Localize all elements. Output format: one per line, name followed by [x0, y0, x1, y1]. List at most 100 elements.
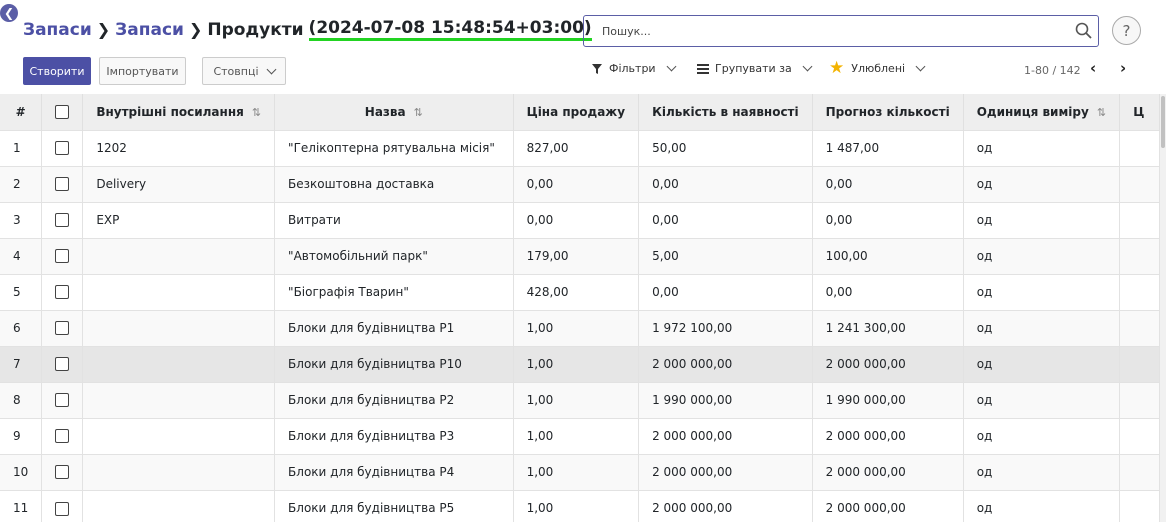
row-checkbox[interactable] [55, 501, 70, 516]
page-timestamp: (2024-07-08 15:48:54+03:00) [308, 18, 592, 41]
row-checkbox[interactable] [55, 177, 70, 192]
unit-of-measure: од [963, 165, 1121, 202]
internal-reference [82, 345, 276, 382]
row-select-cell [41, 165, 84, 202]
quantity-on-hand: 1 972 100,00 [638, 309, 813, 346]
quantity-on-hand: 50,00 [638, 129, 813, 166]
table-row[interactable]: 4 "Автомобільний парк" 179,00 5,00 100,00 од [0, 237, 1160, 274]
table-row[interactable]: 7 Блоки для будівництва P10 1,00 2 000 000,… [0, 345, 1160, 382]
internal-reference [82, 381, 276, 418]
truncated-cell [1119, 201, 1160, 238]
pager-value[interactable]: 1-80 / 142 [1024, 64, 1081, 77]
forecast-quantity: 0,00 [812, 201, 964, 238]
row-number: 7 [0, 345, 43, 382]
row-checkbox[interactable] [55, 321, 70, 336]
row-select-cell [41, 237, 84, 274]
quantity-on-hand: 2 000 000,00 [638, 417, 813, 454]
row-checkbox[interactable] [55, 429, 70, 444]
column-header-truncated[interactable]: Ц [1119, 94, 1160, 130]
column-header-name[interactable]: Назва ⇅ [274, 94, 514, 130]
quantity-on-hand: 2 000 000,00 [638, 489, 813, 522]
unit-of-measure: од [963, 237, 1121, 274]
row-checkbox[interactable] [55, 213, 70, 228]
table-row[interactable]: 2 Delivery Безкоштовна доставка 0,00 0,00 0,0… [0, 165, 1160, 202]
truncated-cell [1119, 237, 1160, 274]
breadcrumb-link-inventory[interactable]: Запаси [23, 20, 92, 40]
row-select-cell [41, 417, 84, 454]
sale-price: 1,00 [513, 489, 640, 522]
truncated-cell [1119, 165, 1160, 202]
forecast-quantity: 2 000 000,00 [812, 489, 964, 522]
group-by-dropdown[interactable]: Групувати за [697, 61, 813, 75]
quantity-on-hand: 2 000 000,00 [638, 345, 813, 382]
column-header-number: # [0, 94, 43, 130]
forecast-quantity: 2 000 000,00 [812, 345, 964, 382]
chevron-down-icon [802, 61, 813, 72]
forecast-quantity: 2 000 000,00 [812, 453, 964, 490]
row-checkbox[interactable] [55, 393, 70, 408]
row-checkbox[interactable] [55, 285, 70, 300]
pager-next-icon[interactable]: › [1120, 61, 1126, 76]
back-arrow-icon[interactable]: ❮ [0, 4, 18, 22]
sale-price: 1,00 [513, 309, 640, 346]
chevron-down-icon [266, 64, 276, 74]
table-row[interactable]: 8 Блоки для будівництва P2 1,00 1 990 000,0… [0, 381, 1160, 418]
filters-dropdown[interactable]: Фільтри [592, 61, 677, 75]
vertical-scrollbar[interactable] [1160, 94, 1166, 522]
table-row[interactable]: 6 Блоки для будівництва P1 1,00 1 972 100,0… [0, 309, 1160, 346]
breadcrumb-link-inventory-2[interactable]: Запаси [115, 20, 184, 40]
product-name: Блоки для будівництва P3 [274, 417, 514, 454]
product-name: "Біографія Тварин" [274, 273, 514, 310]
table-row[interactable]: 11 Блоки для будівництва P5 1,00 2 000 000,… [0, 489, 1160, 522]
unit-of-measure: од [963, 417, 1121, 454]
unit-of-measure: од [963, 201, 1121, 238]
sale-price: 428,00 [513, 273, 640, 310]
column-header-label: Внутрішні посилання [96, 104, 244, 119]
search-icon[interactable] [1074, 21, 1094, 41]
unit-of-measure: од [963, 345, 1121, 382]
row-checkbox[interactable] [55, 249, 70, 264]
sale-price: 0,00 [513, 165, 640, 202]
row-checkbox[interactable] [55, 465, 70, 480]
internal-reference: EXP [82, 201, 276, 238]
quantity-on-hand: 5,00 [638, 237, 813, 274]
favorites-label: Улюблені [851, 62, 906, 75]
row-number: 2 [0, 165, 43, 202]
row-checkbox[interactable] [55, 357, 70, 372]
row-select-cell [41, 129, 84, 166]
row-checkbox[interactable] [55, 141, 70, 156]
sale-price: 0,00 [513, 201, 640, 238]
favorites-dropdown[interactable]: ★ Улюблені [829, 60, 926, 77]
create-button[interactable]: Створити [23, 57, 91, 85]
row-select-cell [41, 273, 84, 310]
import-button[interactable]: Імпортувати [99, 57, 186, 85]
table-row[interactable]: 3 EXP Витрати 0,00 0,00 0,00 од [0, 201, 1160, 238]
column-header-quantity-on-hand[interactable]: Кількість в наявності [638, 94, 813, 130]
table-row[interactable]: 9 Блоки для будівництва P3 1,00 2 000 000,0… [0, 417, 1160, 454]
select-all-checkbox[interactable] [55, 105, 70, 119]
column-header-unit-of-measure[interactable]: Одиниця виміру ⇅ [963, 94, 1121, 130]
column-header-internal-reference[interactable]: Внутрішні посилання ⇅ [82, 94, 276, 130]
list-icon [697, 63, 709, 74]
product-name: Блоки для будівництва P4 [274, 453, 514, 490]
column-header-sale-price[interactable]: Ціна продажу [513, 94, 640, 130]
table-row[interactable]: 5 "Біографія Тварин" 428,00 0,00 0,00 од [0, 273, 1160, 310]
row-number: 6 [0, 309, 43, 346]
chevron-down-icon [666, 61, 677, 72]
help-button[interactable]: ? [1112, 16, 1141, 45]
table-header: # Внутрішні посилання ⇅ Назва ⇅ Ціна прода… [0, 94, 1160, 130]
table-row[interactable]: 10 Блоки для будівництва P4 1,00 2 000 000,… [0, 453, 1160, 490]
column-header-forecast-quantity[interactable]: Прогноз кількості [812, 94, 964, 130]
forecast-quantity: 2 000 000,00 [812, 417, 964, 454]
table-row[interactable]: 1 1202 "Гелікоптерна рятувальна місія" 827,… [0, 129, 1160, 166]
quantity-on-hand: 1 990 000,00 [638, 381, 813, 418]
quantity-on-hand: 0,00 [638, 165, 813, 202]
product-name: "Автомобільний парк" [274, 237, 514, 274]
column-header-label: Назва [364, 104, 406, 119]
row-select-cell [41, 309, 84, 346]
columns-button[interactable]: Стовпці [202, 57, 286, 85]
forecast-quantity: 100,00 [812, 237, 964, 274]
search-input[interactable] [600, 16, 1074, 46]
pager-previous-icon[interactable]: ‹ [1090, 61, 1096, 76]
scrollbar-thumb[interactable] [1161, 96, 1165, 148]
